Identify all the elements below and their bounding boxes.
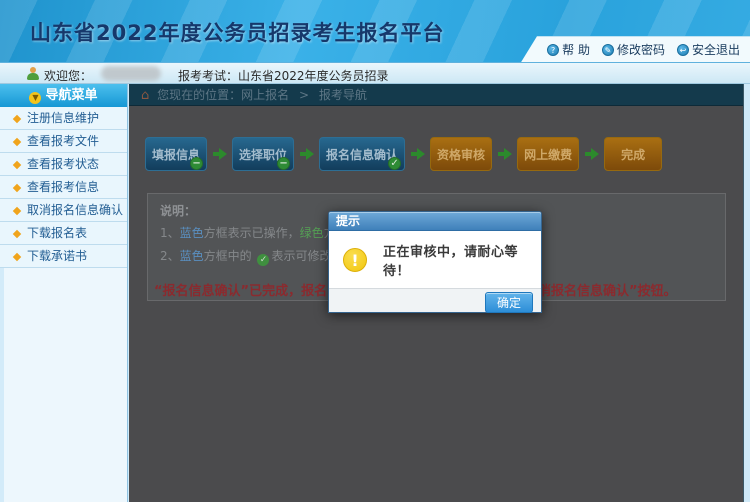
alert-dialog: 提示 ! 正在审核中，请耐心等待！ 确定 <box>328 211 542 313</box>
chevron-down-icon: ▼ <box>29 92 41 104</box>
help-link[interactable]: ? 帮 助 <box>547 41 590 58</box>
diamond-bullet-icon <box>13 230 21 238</box>
registration-platform-page: 山东省2022年度公务员招录考生报名平台 ? 帮 助 ✎ 修改密码 ↩ 安全退出 <box>0 0 750 502</box>
header-link-label: 帮 助 <box>562 41 590 58</box>
sidebar-item-label: 查看报考文件 <box>27 134 99 148</box>
page-title: 山东省2022年度公务员招录考生报名平台 <box>30 17 444 47</box>
dialog-message: 正在审核中，请耐心等待！ <box>383 241 527 279</box>
sidebar-item-list: 注册信息维护 查看报考文件 查看报考状态 查看报考信息 <box>0 107 127 268</box>
nav-menu-title: 导航菜单 <box>45 88 97 103</box>
nav-menu-header[interactable]: ▼ 导航菜单 <box>0 84 127 107</box>
sidebar-item[interactable]: 下载报名表 <box>0 222 127 245</box>
welcome-label: 欢迎您： <box>44 67 92 84</box>
sidebar-item-label: 查看报考状态 <box>27 157 99 171</box>
diamond-bullet-icon <box>13 184 21 192</box>
user-icon <box>27 67 39 80</box>
dialog-title-bar[interactable]: 提示 <box>329 212 541 231</box>
sidebar-item-label: 下载承诺书 <box>27 249 87 263</box>
header-links-tab: ? 帮 助 ✎ 修改密码 ↩ 安全退出 <box>521 36 750 62</box>
sidebar-item-label: 注册信息维护 <box>27 111 99 125</box>
header-banner: 山东省2022年度公务员招录考生报名平台 ? 帮 助 ✎ 修改密码 ↩ 安全退出 <box>0 0 750 62</box>
user-name-redacted <box>101 66 161 81</box>
diamond-bullet-icon <box>13 207 21 215</box>
diamond-bullet-icon <box>13 253 21 261</box>
password-icon: ✎ <box>602 44 614 56</box>
sidebar-item[interactable]: 查看报考信息 <box>0 176 127 199</box>
sidebar-item-label: 查看报考信息 <box>27 180 99 194</box>
logout-icon: ↩ <box>677 44 689 56</box>
help-icon: ? <box>547 44 559 56</box>
diamond-bullet-icon <box>13 138 21 146</box>
sidebar-item[interactable]: 查看报考状态 <box>0 153 127 176</box>
password-link[interactable]: ✎ 修改密码 <box>602 41 665 58</box>
sidebar-item-label: 下载报名表 <box>27 226 87 240</box>
sidebar-item[interactable]: 取消报名信息确认 <box>0 199 127 222</box>
header-link-label: 修改密码 <box>617 41 665 58</box>
exam-name-label: 报考考试：山东省2022年度公务员招录 <box>178 67 389 84</box>
diamond-bullet-icon <box>13 161 21 169</box>
sidebar-item-label: 取消报名信息确认 <box>27 203 123 217</box>
sidebar-item[interactable]: 下载承诺书 <box>0 245 127 268</box>
sidebar-item[interactable]: 查看报考文件 <box>0 130 127 153</box>
dialog-footer: 确定 <box>329 288 541 312</box>
logout-link[interactable]: ↩ 安全退出 <box>677 41 740 58</box>
warning-exclamation-icon: ! <box>343 248 367 272</box>
sidebar-item[interactable]: 注册信息维护 <box>0 107 127 130</box>
header-link-label: 安全退出 <box>692 41 740 58</box>
ok-button[interactable]: 确定 <box>485 292 533 313</box>
diamond-bullet-icon <box>13 115 21 123</box>
sidebar-nav: ▼ 导航菜单 注册信息维护 查看报考文件 查看报考状态 <box>0 84 128 502</box>
welcome-bar: 欢迎您： 报考考试：山东省2022年度公务员招录 <box>0 62 750 84</box>
dialog-body: ! 正在审核中，请耐心等待！ <box>329 231 541 288</box>
